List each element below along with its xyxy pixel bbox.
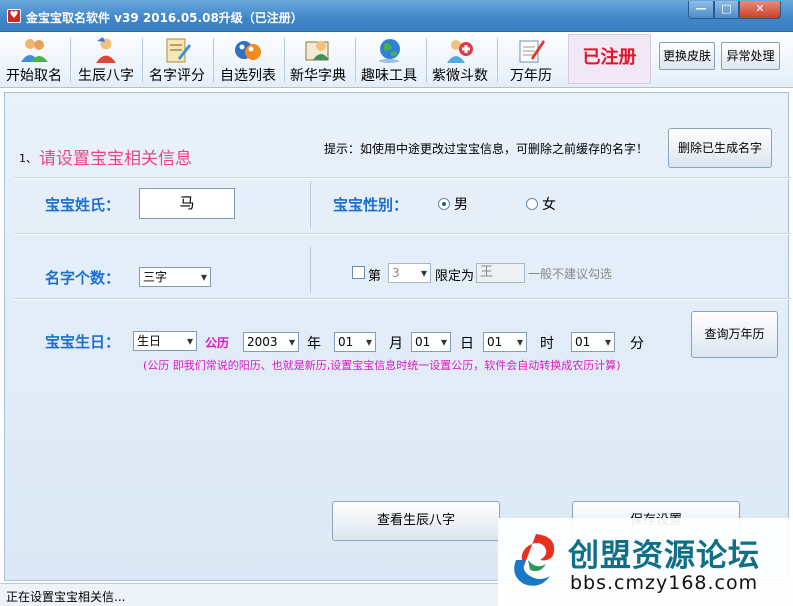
year-select[interactable]: 2003 bbox=[243, 332, 299, 352]
birth-type-select[interactable]: 生日 bbox=[133, 331, 197, 351]
toolbar-dictionary[interactable]: 新华字典 bbox=[286, 34, 350, 86]
swirl-logo-icon bbox=[514, 534, 555, 586]
watermark-title: 创盟资源论坛 bbox=[568, 538, 760, 574]
day-select[interactable]: 01 bbox=[411, 332, 451, 352]
heart-icon: ♥ bbox=[7, 9, 21, 23]
minimize-button[interactable]: — bbox=[688, 1, 714, 19]
month-select[interactable]: 01 bbox=[334, 332, 376, 352]
query-calendar-button[interactable]: 查询万年历 bbox=[691, 311, 778, 358]
status-text: 正在设置宝宝相关信... bbox=[6, 590, 126, 604]
birthday-label: 宝宝生日： bbox=[45, 333, 121, 351]
surname-label: 宝宝姓氏： bbox=[45, 196, 121, 214]
minute-select[interactable]: 01 bbox=[571, 332, 615, 352]
limit-label: 限定为 bbox=[435, 269, 475, 284]
divider bbox=[14, 233, 791, 235]
toolbar-divider bbox=[355, 38, 356, 82]
watermark-url: bbs.cmzy168.com bbox=[570, 572, 759, 594]
limit-checkbox[interactable] bbox=[352, 266, 365, 279]
calendar-note: (公历 即我们常说的阳历、也就是新历,设置宝宝信息时统一设置公历，软件会自动转换… bbox=[143, 359, 621, 372]
limit-input[interactable]: 王 bbox=[476, 263, 525, 283]
position-select[interactable]: 3 bbox=[388, 263, 431, 283]
hour-unit: 时 bbox=[540, 336, 554, 352]
year-unit: 年 bbox=[307, 336, 321, 352]
globe-icon bbox=[379, 39, 400, 63]
toolbar-divider bbox=[70, 38, 71, 82]
users-icon bbox=[21, 39, 48, 62]
exception-handling-button[interactable]: 异常处理 bbox=[721, 42, 780, 70]
name-count-select[interactable]: 三字 bbox=[139, 267, 211, 287]
toolbar-custom-list[interactable]: 自选列表 bbox=[216, 34, 280, 86]
score-icon bbox=[166, 38, 191, 63]
view-bazi-button[interactable]: 查看生辰八字 bbox=[332, 501, 500, 541]
toolbar-divider bbox=[497, 38, 498, 82]
toolbar-divider bbox=[142, 38, 143, 82]
page-heading: 请设置宝宝相关信息 bbox=[39, 149, 192, 169]
toolbar-calendar[interactable]: 万年历 bbox=[499, 34, 563, 86]
gender-female-label: 女 bbox=[542, 197, 556, 213]
surname-input[interactable]: 马 bbox=[139, 188, 235, 219]
medical-icon bbox=[447, 40, 473, 63]
divider bbox=[310, 247, 311, 293]
toolbar-divider bbox=[284, 38, 285, 82]
close-button[interactable]: ✕ bbox=[739, 1, 781, 19]
step-number: 1、 bbox=[19, 152, 37, 165]
watermark: 创盟资源论坛 bbs.cmzy168.com bbox=[498, 518, 793, 606]
month-unit: 月 bbox=[389, 336, 403, 352]
toolbar-name-score[interactable]: 名字评分 bbox=[145, 34, 209, 86]
position-prefix: 第 bbox=[368, 269, 382, 284]
calendar-type-label: 公历 bbox=[205, 336, 230, 350]
registered-badge: 已注册 bbox=[568, 34, 651, 84]
toolbar-fun-tools[interactable]: 趣味工具 bbox=[357, 34, 421, 86]
maximize-button[interactable]: □ bbox=[714, 1, 739, 19]
window-title: 金宝宝取名软件 v39 2016.05.08升级（已注册） bbox=[26, 11, 303, 25]
hour-select[interactable]: 01 bbox=[483, 332, 527, 352]
divider bbox=[14, 298, 791, 300]
toolbar-divider bbox=[213, 38, 214, 82]
change-skin-button[interactable]: 更换皮肤 bbox=[659, 42, 715, 70]
title-bar: ♥ 金宝宝取名软件 v39 2016.05.08升级（已注册） bbox=[0, 0, 793, 32]
limit-note: 一般不建议勾选 bbox=[528, 267, 613, 281]
toolbar-start-naming[interactable]: 开始取名 bbox=[2, 34, 66, 86]
divider bbox=[310, 182, 311, 228]
toolbar-bazi[interactable]: 生辰八字 bbox=[74, 34, 138, 86]
toolbar-ziwei[interactable]: 紫微斗数 bbox=[428, 34, 492, 86]
gender-label: 宝宝性别： bbox=[333, 196, 409, 214]
calendar-icon bbox=[519, 40, 545, 63]
day-unit: 日 bbox=[460, 336, 474, 352]
list-icon bbox=[235, 41, 261, 60]
dictionary-icon bbox=[305, 41, 329, 61]
person-icon bbox=[96, 37, 116, 63]
gender-male-label: 男 bbox=[454, 197, 468, 213]
gender-male-radio[interactable] bbox=[438, 198, 450, 210]
toolbar-divider bbox=[426, 38, 427, 82]
hint-text: 提示：如使用中途更改过宝宝信息，可删除之前缓存的名字！ bbox=[324, 142, 649, 156]
gender-female-radio[interactable] bbox=[526, 198, 538, 210]
delete-names-button[interactable]: 删除已生成名字 bbox=[668, 128, 772, 168]
minute-unit: 分 bbox=[630, 336, 644, 352]
name-count-label: 名字个数： bbox=[45, 269, 121, 287]
main-panel: 1、 请设置宝宝相关信息 提示：如使用中途更改过宝宝信息，可删除之前缓存的名字！… bbox=[4, 92, 791, 581]
divider bbox=[14, 177, 791, 179]
